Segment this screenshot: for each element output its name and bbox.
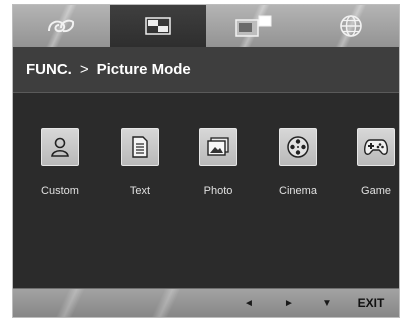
mode-label: Text <box>129 185 151 197</box>
bottom-nav-bar: ◄ ► ▼ EXIT <box>13 288 399 317</box>
tab-globe[interactable] <box>302 5 399 47</box>
photo-icon <box>207 137 229 156</box>
mode-label: Photo <box>203 185 233 197</box>
mode-custom[interactable]: Custom <box>28 128 92 197</box>
tab-multi-screen[interactable] <box>206 5 303 47</box>
mode-label: Custom <box>41 185 79 197</box>
mode-cinema[interactable]: Cinema <box>266 128 330 197</box>
func-label: FUNC. <box>26 61 72 78</box>
mode-game[interactable]: Game <box>344 128 408 197</box>
custom-button[interactable] <box>41 128 79 166</box>
picture-mode-list: Custom Text Photo Cinema Game <box>13 93 399 291</box>
exit-button[interactable]: EXIT <box>351 289 391 317</box>
osd-menu: FUNC. > Picture Mode Custom Text Photo C… <box>12 4 400 318</box>
page-title: Picture Mode <box>96 61 191 78</box>
game-button[interactable] <box>357 128 395 166</box>
mode-label: Cinema <box>279 185 317 197</box>
breadcrumb-separator: > <box>79 61 89 78</box>
down-arrow-button[interactable]: ▼ <box>319 289 335 317</box>
cinema-button[interactable] <box>279 128 317 166</box>
person-icon <box>51 137 69 157</box>
eco-icon <box>48 19 75 33</box>
multi-screen-icon <box>235 15 272 37</box>
document-icon <box>132 136 148 158</box>
tab-bar <box>13 5 399 48</box>
right-arrow-button[interactable]: ► <box>281 289 297 317</box>
mode-text[interactable]: Text <box>108 128 172 197</box>
tab-eco[interactable] <box>13 5 110 47</box>
film-reel-icon <box>287 136 309 158</box>
mode-photo[interactable]: Photo <box>186 128 250 197</box>
text-button[interactable] <box>121 128 159 166</box>
title-bar: FUNC. > Picture Mode <box>13 47 399 93</box>
mode-label: Game <box>361 185 391 197</box>
tab-picture[interactable] <box>109 5 206 47</box>
photo-button[interactable] <box>199 128 237 166</box>
left-arrow-button[interactable]: ◄ <box>241 289 257 317</box>
globe-icon <box>339 15 362 37</box>
picture-icon <box>145 17 171 35</box>
gamepad-icon <box>364 139 388 155</box>
